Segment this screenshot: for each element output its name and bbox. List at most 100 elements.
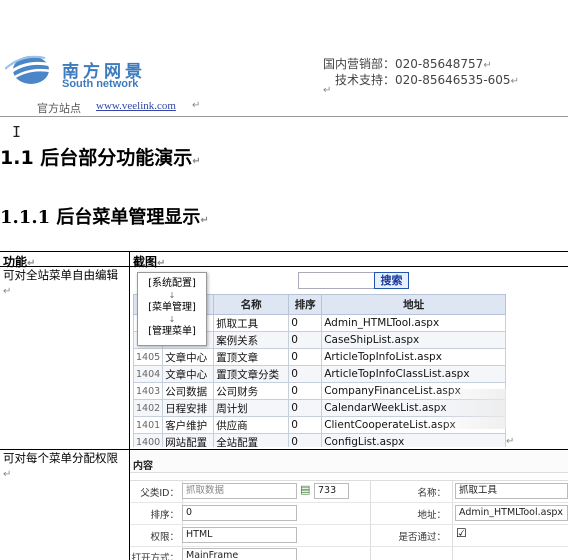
- url-label: 地址：: [417, 510, 446, 521]
- form-divider: [130, 524, 568, 525]
- row-id: 1400: [133, 433, 164, 447]
- text-cursor-icon: I: [12, 123, 22, 141]
- row-name: 抓取工具: [213, 314, 290, 332]
- table-row[interactable]: 1400 网站配置 全站配置 0 ConfigList.aspx: [133, 433, 506, 447]
- open-mode-field[interactable]: MainFrame: [182, 548, 297, 560]
- menu-edit-screenshot: 内容 父类ID： 抓取数据 ▤ 733 名称： 抓取工具 排序： 0 地址： A…: [130, 450, 568, 560]
- row-url: ArticleTopInfoList.aspx: [321, 348, 506, 366]
- section-heading-text: 1.1 后台部分功能演示: [0, 147, 193, 169]
- paragraph-mark: ↵: [323, 85, 332, 96]
- name-field[interactable]: 抓取工具: [455, 483, 568, 499]
- table-row[interactable]: 1404 文章中心 置顶文章分类 0 ArticleTopInfoClassList.a…: [133, 365, 506, 383]
- sort-field[interactable]: 0: [182, 505, 297, 521]
- panel-title: 内容: [133, 461, 153, 472]
- paragraph-mark: ↵: [157, 258, 166, 269]
- sales-phone: 国内营销部：020-85648757↵: [323, 55, 492, 72]
- row-name: 置顶文章: [213, 348, 290, 366]
- decorative-fade: [433, 389, 506, 429]
- parent-id-number[interactable]: 733: [314, 483, 349, 499]
- row-module: 公司数据: [162, 382, 215, 400]
- row-sort: 0: [288, 314, 323, 332]
- paragraph-mark: ↵: [192, 100, 201, 111]
- popup-item-menu-manage[interactable]: [菜单管理]: [138, 302, 206, 314]
- site-label: 官方站点: [37, 102, 81, 115]
- site-link[interactable]: www.veelink.com: [96, 100, 176, 112]
- column-header-function-text: 功能: [3, 255, 28, 269]
- row-sort: 0: [288, 365, 323, 383]
- row-module: 客户维护: [162, 416, 215, 434]
- function-text: 可对每个菜单分配权限: [3, 451, 118, 465]
- permission-label: 权限：: [150, 532, 179, 543]
- table-border: [0, 266, 568, 267]
- url-field[interactable]: Admin_HTMLTool.aspx: [455, 505, 568, 521]
- name-label: 名称：: [417, 488, 446, 499]
- form-divider: [130, 502, 568, 503]
- support-phone: 技术支持：020-85646535-605↵: [335, 71, 519, 88]
- arrow-down-icon: ↓: [168, 315, 176, 324]
- panel-titlebar: [130, 450, 568, 473]
- logo-english-name: South network: [62, 78, 139, 90]
- row-name: 周计划: [213, 399, 290, 417]
- breadcrumb-popup: [系统配置] ↓ [菜单管理] ↓ [管理菜单]: [137, 272, 207, 346]
- row-url: Admin_HTMLTool.aspx: [321, 314, 506, 332]
- row-module: 网站配置: [162, 433, 215, 447]
- support-phone-text: 技术支持：020-85646535-605: [335, 73, 511, 87]
- paragraph-mark: ↵: [506, 436, 515, 447]
- paragraph-mark: ↵: [192, 156, 201, 167]
- book-icon[interactable]: ▤: [300, 483, 310, 496]
- column-header-name: 名称: [213, 294, 290, 315]
- arrow-down-icon: ↓: [168, 291, 176, 300]
- row-id: 1401: [133, 416, 164, 434]
- sales-phone-text: 国内营销部：020-85648757: [323, 57, 484, 71]
- table-border: [0, 251, 568, 252]
- paragraph-mark: ↵: [3, 286, 12, 297]
- row-sort: 0: [288, 399, 323, 417]
- row-name: 案例关系: [213, 331, 290, 349]
- row-name: 供应商: [213, 416, 290, 434]
- table-cell-function: 可对全站菜单自由编辑 ↵: [3, 268, 125, 299]
- form-divider: [370, 480, 371, 560]
- row-module: 日程安排: [162, 399, 215, 417]
- table-row[interactable]: 1405 文章中心 置顶文章 0 ArticleTopInfoList.aspx: [133, 348, 506, 366]
- form-divider: [130, 546, 568, 547]
- column-header-screenshot-text: 截图: [133, 255, 158, 269]
- table-cell-function: 可对每个菜单分配权限 ↵: [3, 451, 125, 482]
- approved-label: 是否通过：: [398, 532, 446, 543]
- row-sort: 0: [288, 416, 323, 434]
- parent-id-field[interactable]: 抓取数据: [182, 483, 297, 499]
- menu-list-screenshot: 搜索 名称 排序 地址 抓取工具 0 Admin_HTMLTool.aspx 案例关…: [133, 269, 506, 447]
- row-name: 置顶文章分类: [213, 365, 290, 383]
- row-sort: 0: [288, 331, 323, 349]
- paragraph-mark: ↵: [200, 215, 209, 226]
- column-header-sort: 排序: [288, 294, 323, 315]
- function-text: 可对全站菜单自由编辑: [3, 268, 118, 282]
- row-sort: 0: [288, 348, 323, 366]
- row-name: 公司财务: [213, 382, 290, 400]
- row-url: ArticleTopInfoClassList.aspx: [321, 365, 506, 383]
- row-sort: 0: [288, 382, 323, 400]
- sort-label: 排序：: [150, 510, 179, 521]
- column-header-url: 地址: [321, 294, 506, 315]
- paragraph-mark: ↵: [510, 76, 519, 87]
- approved-checkbox[interactable]: ☑: [456, 526, 467, 540]
- row-name: 全站配置: [213, 433, 290, 447]
- paragraph-mark: ↵: [483, 60, 492, 71]
- column-header-screenshot: 截图↵: [133, 253, 165, 270]
- row-module: 文章中心: [162, 348, 215, 366]
- row-id: 1402: [133, 399, 164, 417]
- popup-item-manage-menu[interactable]: [管理菜单]: [138, 326, 206, 338]
- row-id: 1404: [133, 365, 164, 383]
- row-id: 1403: [133, 382, 164, 400]
- paragraph-mark: ↵: [3, 469, 12, 480]
- form-divider: [452, 480, 453, 560]
- open-mode-label: 打开方式：: [131, 553, 179, 560]
- search-button[interactable]: 搜索: [374, 272, 409, 289]
- row-url: CaseShipList.aspx: [321, 331, 506, 349]
- row-module: 文章中心: [162, 365, 215, 383]
- header-divider: [0, 116, 568, 117]
- permission-field[interactable]: HTML: [182, 527, 297, 543]
- subsection-heading-text: 1.1.1 后台菜单管理显示: [0, 207, 201, 228]
- popup-item-system-config[interactable]: [系统配置]: [138, 278, 206, 290]
- row-id: 1405: [133, 348, 164, 366]
- parent-id-label: 父类ID：: [140, 488, 179, 499]
